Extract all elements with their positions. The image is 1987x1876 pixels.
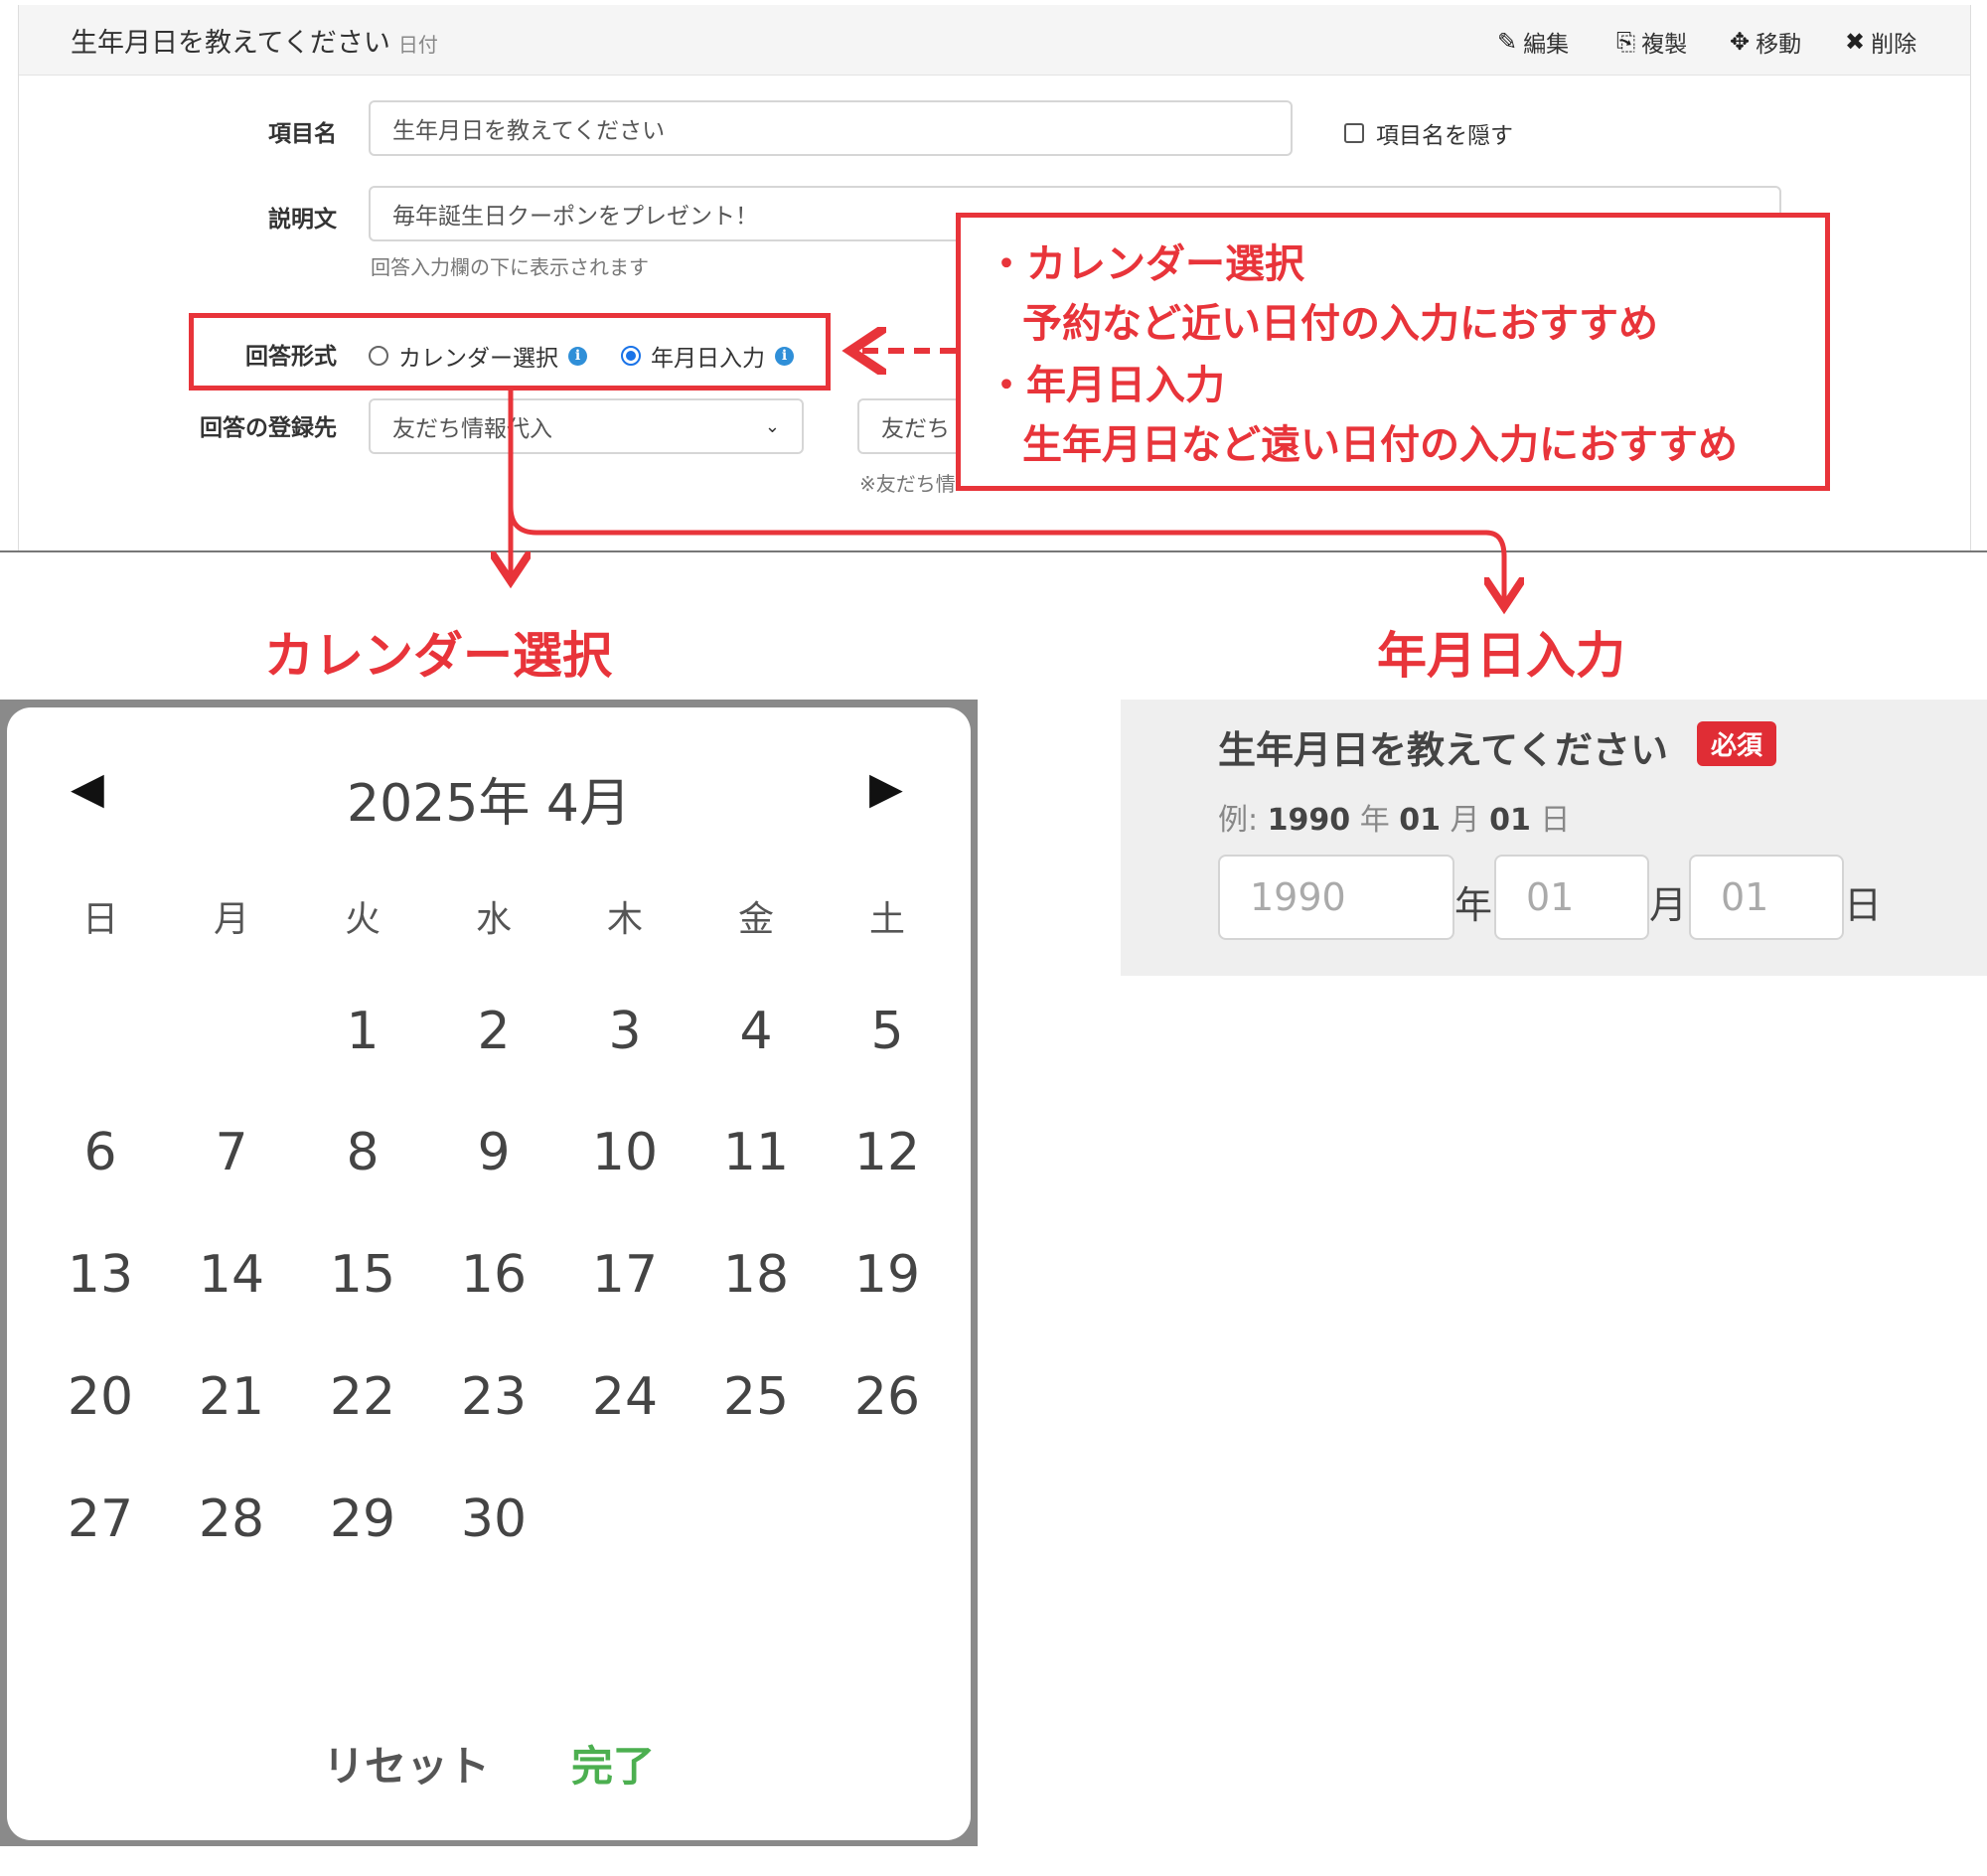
calendar-day[interactable]: 10 <box>565 1123 685 1182</box>
reset-button[interactable]: リセット <box>323 1733 490 1794</box>
weekday-label: 火 <box>344 899 381 940</box>
calendar-day[interactable]: 24 <box>565 1367 685 1427</box>
weekday-label: 月 <box>213 899 249 940</box>
calendar-day[interactable]: 14 <box>172 1245 291 1305</box>
calendar-day[interactable]: 22 <box>303 1367 422 1427</box>
calendar-day[interactable]: 6 <box>41 1123 160 1182</box>
calendar-day[interactable]: 23 <box>434 1367 553 1427</box>
day-placeholder: 01 <box>1721 875 1769 919</box>
calendar-day[interactable]: 20 <box>41 1367 160 1427</box>
calendar-month-title: 2025年 4月 <box>347 774 631 834</box>
calendar-day[interactable]: 18 <box>696 1245 816 1305</box>
weekday-row: 日 月 火 水 木 金 土 <box>51 890 937 942</box>
example-day-unit: 日 <box>1540 803 1571 838</box>
calendar-week: 6 7 8 9 10 11 12 <box>41 1123 947 1182</box>
calendar-day <box>828 1489 947 1549</box>
calendar-day[interactable]: 26 <box>828 1367 947 1427</box>
done-button[interactable]: 完了 <box>571 1733 655 1794</box>
ymd-input-card: 生年月日を教えてください 必須 例: 1990 年 01 月 01 日 1990… <box>1121 700 1987 976</box>
calendar-day[interactable]: 25 <box>696 1367 816 1427</box>
format-explanation-callout: ・カレンダー選択 予約など近い日付の入力におすすめ ・年月日入力 生年月日など遠… <box>956 213 1830 491</box>
example-year-unit: 年 <box>1359 803 1390 838</box>
example-day: 01 <box>1489 803 1531 838</box>
calendar-day[interactable]: 2 <box>434 1002 553 1061</box>
arrow-to-ymd <box>508 506 1504 602</box>
weekday-label: 木 <box>606 899 643 940</box>
example-year: 1990 <box>1267 803 1351 838</box>
day-input[interactable]: 01 <box>1689 855 1844 940</box>
calendar-week: 13 14 15 16 17 18 19 <box>41 1245 947 1305</box>
calendar-day[interactable]: 27 <box>41 1489 160 1549</box>
callout-bullet2-desc: 生年月日など遠い日付の入力におすすめ <box>1022 422 1738 468</box>
ymd-example: 例: 1990 年 01 月 01 日 <box>1218 795 1570 839</box>
calendar-day[interactable]: 16 <box>434 1245 553 1305</box>
calendar-day <box>172 1002 291 1061</box>
calendar-day[interactable]: 1 <box>303 1002 422 1061</box>
month-input[interactable]: 01 <box>1494 855 1649 940</box>
month-placeholder: 01 <box>1526 875 1575 919</box>
calendar-day[interactable]: 15 <box>303 1245 422 1305</box>
example-prefix: 例: <box>1218 803 1259 838</box>
callout-bullet1-desc: 予約など近い日付の入力におすすめ <box>1022 301 1658 347</box>
next-month-button[interactable]: ▶ <box>869 763 903 814</box>
weekday-label: 金 <box>737 899 774 940</box>
weekday-label: 水 <box>475 899 512 940</box>
calendar-day[interactable]: 13 <box>41 1245 160 1305</box>
callout-bullet2-title: ・年月日入力 <box>987 363 1225 408</box>
example-month: 01 <box>1399 803 1441 838</box>
calendar-day <box>696 1489 816 1549</box>
calendar-heading: カレンダー選択 <box>264 627 612 685</box>
calendar-week: 1 2 3 4 5 <box>41 1002 947 1061</box>
calendar-week: 27 28 29 30 <box>41 1489 947 1549</box>
calendar-day[interactable]: 21 <box>172 1367 291 1427</box>
calendar-picker: ◀ 2025年 4月 ▶ 日 月 火 水 木 金 土 1 2 3 4 5 6 7… <box>7 707 971 1840</box>
month-unit: 月 <box>1649 883 1688 927</box>
calendar-day[interactable]: 9 <box>434 1123 553 1182</box>
year-placeholder: 1990 <box>1250 875 1346 919</box>
calendar-day[interactable]: 8 <box>303 1123 422 1182</box>
callout-bullet1-title: ・カレンダー選択 <box>987 241 1304 287</box>
calendar-day <box>41 1002 160 1061</box>
required-badge: 必須 <box>1697 721 1777 766</box>
ymd-heading: 年月日入力 <box>1377 627 1625 685</box>
calendar-day[interactable]: 5 <box>828 1002 947 1061</box>
calendar-day[interactable]: 7 <box>172 1123 291 1182</box>
calendar-day[interactable]: 29 <box>303 1489 422 1549</box>
calendar-day[interactable]: 28 <box>172 1489 291 1549</box>
calendar-day[interactable]: 3 <box>565 1002 685 1061</box>
day-unit: 日 <box>1844 883 1883 927</box>
year-input[interactable]: 1990 <box>1218 855 1454 940</box>
calendar-day[interactable]: 17 <box>565 1245 685 1305</box>
calendar-day[interactable]: 4 <box>696 1002 816 1061</box>
weekday-label: 日 <box>81 899 118 940</box>
calendar-day <box>565 1489 685 1549</box>
calendar-day[interactable]: 12 <box>828 1123 947 1182</box>
ymd-question: 生年月日を教えてください <box>1218 728 1668 772</box>
calendar-week: 20 21 22 23 24 25 26 <box>41 1367 947 1427</box>
example-month-unit: 月 <box>1450 803 1480 838</box>
calendar-day[interactable]: 11 <box>696 1123 816 1182</box>
weekday-label: 土 <box>868 899 905 940</box>
calendar-day[interactable]: 19 <box>828 1245 947 1305</box>
year-unit: 年 <box>1454 883 1493 927</box>
calendar-day[interactable]: 30 <box>434 1489 553 1549</box>
